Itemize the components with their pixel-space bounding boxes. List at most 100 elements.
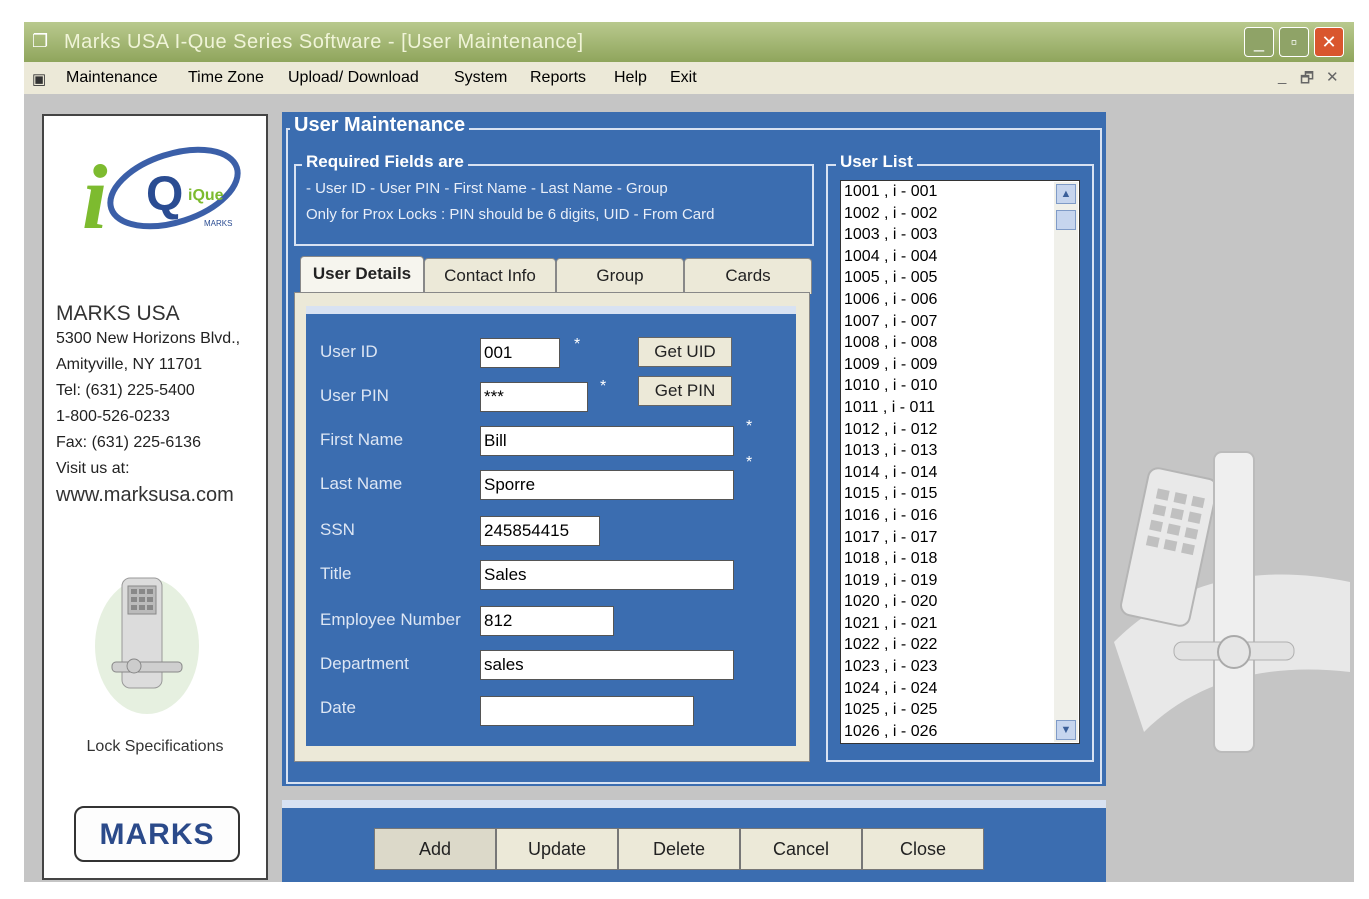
required-fields-list: - User ID - User PIN - First Name - Last… xyxy=(306,180,668,197)
title-bar: ❐ Marks USA I-Que Series Software - [Use… xyxy=(24,22,1354,62)
list-item[interactable]: 1026 , i - 026 xyxy=(841,721,1079,743)
employee-number-input[interactable]: 812 xyxy=(480,606,614,636)
mdi-close-button[interactable]: ✕ xyxy=(1326,68,1339,86)
mdi-restore-button[interactable]: 🗗 xyxy=(1300,68,1314,93)
list-item[interactable]: 1009 , i - 009 xyxy=(841,354,1079,376)
title-label: Title xyxy=(320,564,352,583)
department-label: Department xyxy=(320,654,409,673)
list-item[interactable]: 1015 , i - 015 xyxy=(841,483,1079,505)
app-icon: ❐ xyxy=(32,31,49,51)
cancel-button[interactable]: Cancel xyxy=(740,828,862,870)
user-list[interactable]: 1001 , i - 001 1002 , i - 002 1003 , i - 0… xyxy=(840,180,1080,744)
minimize-button[interactable]: _ xyxy=(1244,27,1274,57)
website-link[interactable]: www.marksusa.com xyxy=(56,484,234,507)
lock-thumbnail-icon[interactable] xyxy=(92,566,202,716)
list-item[interactable]: 1003 , i - 003 xyxy=(841,224,1079,246)
list-item[interactable]: 1021 , i - 021 xyxy=(841,613,1079,635)
scroll-up-icon[interactable]: ▲ xyxy=(1056,184,1076,204)
date-label: Date xyxy=(320,698,356,717)
list-item[interactable]: 1019 , i - 019 xyxy=(841,570,1079,592)
add-button[interactable]: Add xyxy=(374,828,496,870)
list-item[interactable]: 1008 , i - 008 xyxy=(841,332,1079,354)
user-list-legend: User List xyxy=(836,152,917,172)
list-item[interactable]: 1018 , i - 018 xyxy=(841,548,1079,570)
tab-cards[interactable]: Cards xyxy=(684,258,812,294)
menu-help[interactable]: Help xyxy=(614,69,647,87)
menu-bar: ▣ Maintenance Time Zone Upload/ Download… xyxy=(24,62,1354,94)
last-name-label: Last Name xyxy=(320,474,403,493)
user-pin-input[interactable]: *** xyxy=(480,382,588,412)
document-icon[interactable]: ▣ xyxy=(32,70,46,88)
department-input[interactable]: sales xyxy=(480,650,734,680)
menu-time-zone[interactable]: Time Zone xyxy=(188,69,264,87)
tab-group[interactable]: Group xyxy=(556,258,684,294)
menu-maintenance[interactable]: Maintenance xyxy=(66,69,158,87)
list-item[interactable]: 1016 , i - 016 xyxy=(841,505,1079,527)
get-uid-button[interactable]: Get UID xyxy=(638,337,732,367)
svg-text:MARKS: MARKS xyxy=(204,219,232,228)
user-id-input[interactable]: 001 xyxy=(480,338,560,368)
list-item[interactable]: 1004 , i - 004 xyxy=(841,246,1079,268)
app-window: ❐ Marks USA I-Que Series Software - [Use… xyxy=(24,22,1354,882)
list-item[interactable]: 1010 , i - 010 xyxy=(841,375,1079,397)
delete-button[interactable]: Delete xyxy=(618,828,740,870)
list-item[interactable]: 1023 , i - 023 xyxy=(841,656,1079,678)
required-marker: * xyxy=(600,378,607,395)
ique-logo: i Q iQue MARKS xyxy=(82,146,241,240)
list-item[interactable]: 1002 , i - 002 xyxy=(841,203,1079,225)
list-item[interactable]: 1014 , i - 014 xyxy=(841,462,1079,484)
menu-reports[interactable]: Reports xyxy=(530,69,586,87)
list-item[interactable]: 1020 , i - 020 xyxy=(841,591,1079,613)
title-input[interactable]: Sales xyxy=(480,560,734,590)
window-title: Marks USA I-Que Series Software - [User … xyxy=(64,31,584,53)
list-item[interactable]: 1011 , i - 011 xyxy=(841,397,1079,419)
maximize-button[interactable]: ▫ xyxy=(1279,27,1309,57)
scroll-thumb[interactable] xyxy=(1056,210,1076,230)
menu-exit[interactable]: Exit xyxy=(670,69,697,87)
company-info-panel: i Q iQue MARKS MARKS USA 5300 New Horizo… xyxy=(42,114,268,880)
list-item[interactable]: 1025 , i - 025 xyxy=(841,699,1079,721)
list-item[interactable]: 1007 , i - 007 xyxy=(841,311,1079,333)
first-name-input[interactable]: Bill xyxy=(480,426,734,456)
close-window-button[interactable]: ✕ xyxy=(1314,27,1344,57)
menu-system[interactable]: System xyxy=(454,69,507,87)
scroll-down-icon[interactable]: ▼ xyxy=(1056,720,1076,740)
close-button[interactable]: Close xyxy=(862,828,984,870)
user-list-scrollbar[interactable]: ▲ ▼ xyxy=(1054,182,1078,742)
required-fields-legend: Required Fields are xyxy=(302,152,468,172)
list-item[interactable]: 1001 , i - 001 xyxy=(841,181,1079,203)
required-marker: * xyxy=(746,418,753,435)
last-name-input[interactable]: Sporre xyxy=(480,470,734,500)
tab-contact-info[interactable]: Contact Info xyxy=(424,258,556,294)
required-fields-group xyxy=(294,164,814,246)
employee-number-label: Employee Number xyxy=(320,610,461,629)
user-pin-label: User PIN xyxy=(320,386,389,405)
svg-text:i: i xyxy=(82,146,108,240)
ssn-label: SSN xyxy=(320,520,355,539)
svg-text:iQue: iQue xyxy=(188,187,224,204)
list-item[interactable]: 1024 , i - 024 xyxy=(841,678,1079,700)
lock-product-image xyxy=(1114,451,1350,753)
lock-specifications-link[interactable]: Lock Specifications xyxy=(44,738,266,756)
menu-upload-download[interactable]: Upload/ Download xyxy=(288,69,419,87)
visit-label: Visit us at: xyxy=(56,460,130,477)
tab-user-details[interactable]: User Details xyxy=(300,256,424,296)
date-input[interactable] xyxy=(480,696,694,726)
list-item[interactable]: 1012 , i - 012 xyxy=(841,419,1079,441)
prox-lock-note: Only for Prox Locks : PIN should be 6 di… xyxy=(306,206,715,223)
panel-title: User Maintenance xyxy=(290,114,470,137)
required-marker: * xyxy=(574,336,581,353)
ssn-input[interactable]: 245854415 xyxy=(480,516,600,546)
fax-number: Fax: (631) 225-6136 xyxy=(56,434,201,451)
list-item[interactable]: 1017 , i - 017 xyxy=(841,527,1079,549)
mdi-minimize-button[interactable]: _ xyxy=(1278,68,1286,85)
list-item[interactable]: 1022 , i - 022 xyxy=(841,634,1079,656)
list-item[interactable]: 1006 , i - 006 xyxy=(841,289,1079,311)
svg-text:Q: Q xyxy=(146,168,183,221)
address-line-1: 5300 New Horizons Blvd., xyxy=(56,330,241,347)
user-id-label: User ID xyxy=(320,342,378,361)
get-pin-button[interactable]: Get PIN xyxy=(638,376,732,406)
list-item[interactable]: 1013 , i - 013 xyxy=(841,440,1079,462)
list-item[interactable]: 1005 , i - 005 xyxy=(841,267,1079,289)
update-button[interactable]: Update xyxy=(496,828,618,870)
